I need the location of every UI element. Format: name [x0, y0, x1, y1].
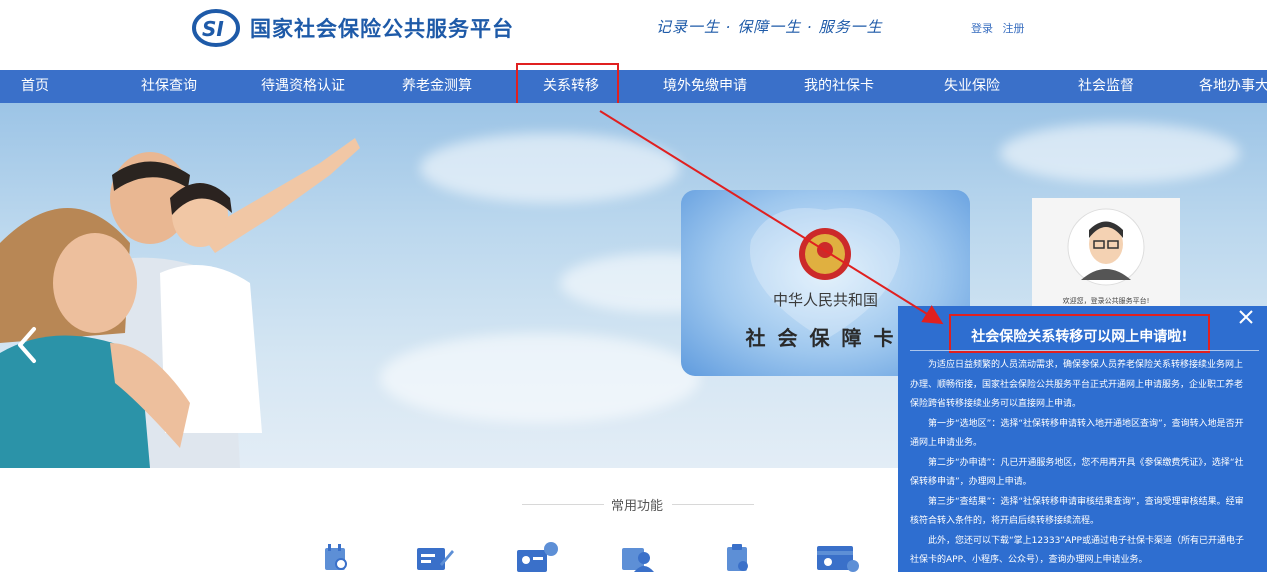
site-title: 国家社会保险公共服务平台 [250, 17, 514, 41]
auth-links: 登录 注册 [971, 20, 1031, 36]
popup-paragraph: 第一步“选地区”：选择“社保转移申请转入地开通地区查询”，查询转入地是否开通网上… [910, 418, 1244, 449]
clipboard-lock-icon[interactable] [724, 542, 754, 572]
page-root: SI 国家社会保险公共服务平台 记录一生 · 保障一生 · 服务一生 登录 注册… [0, 0, 1267, 572]
person-card-icon[interactable] [620, 542, 656, 572]
nav-item-query[interactable]: 社保查询 [141, 70, 197, 103]
transfer-notice-popup: 社会保险关系转移可以网上申请啦! 为适应日益频繁的人员流动需求，确保参保人员养老… [898, 306, 1267, 572]
nav-item-pension-calc[interactable]: 养老金测算 [402, 70, 472, 103]
edit-form-icon[interactable] [414, 542, 454, 572]
divider [522, 504, 604, 505]
svg-text:SI: SI [202, 17, 224, 41]
avatar [1067, 208, 1145, 286]
id-transfer-icon[interactable] [515, 542, 559, 572]
card-settings-icon[interactable] [815, 542, 859, 572]
popup-title: 社会保险关系转移可以网上申请啦! [971, 329, 1188, 345]
nav-item-unemployment[interactable]: 失业保险 [944, 70, 1000, 103]
calendar-search-icon[interactable] [322, 542, 350, 572]
popup-paragraph: 为适应日益频繁的人员流动需求，确保参保人员养老保险关系转移接续业务网上办理、顺畅… [910, 360, 1244, 409]
nav-item-home[interactable]: 首页 [21, 70, 49, 103]
si-logo-icon: SI [192, 9, 240, 47]
cloud-shape [380, 333, 700, 423]
popup-paragraph: 第三步“查结果”：选择“社保转移申请审核结果查询”，查询受理审核结果。经审核符合… [910, 496, 1244, 527]
nav-item-supervision[interactable]: 社会监督 [1078, 70, 1134, 103]
login-welcome-text: 欢迎您，登录公共服务平台! [1062, 297, 1150, 305]
popup-title-highlight-box: 社会保险关系转移可以网上申请啦! [949, 314, 1210, 353]
close-icon[interactable] [1237, 308, 1255, 326]
header: SI 国家社会保险公共服务平台 记录一生 · 保障一生 · 服务一生 登录 注册 [0, 0, 1267, 70]
popup-paragraph: 第二步“办申请”：凡已开通服务地区，您不用再开具《参保缴费凭证》，选择“社保转移… [910, 457, 1244, 488]
nav-item-my-card[interactable]: 我的社保卡 [804, 70, 874, 103]
cloud-shape [420, 133, 680, 203]
popup-body: 为适应日益频繁的人员流动需求，确保参保人员养老保险关系转移接续业务网上办理、顺畅… [910, 356, 1250, 571]
nav-item-overseas[interactable]: 境外免缴申请 [663, 70, 747, 103]
register-link[interactable]: 注册 [1003, 22, 1025, 35]
common-functions-title: 常用功能 [611, 499, 664, 514]
popup-divider [910, 350, 1259, 351]
main-nav: 首页 社保查询 待遇资格认证 养老金测算 关系转移 境外免缴申请 我的社保卡 失… [0, 70, 1267, 103]
family-photo [0, 138, 360, 468]
popup-paragraph: 此外，您还可以下载“掌上12333”APP或通过电子社保卡渠道（所有已开通电子社… [910, 535, 1244, 566]
divider [672, 504, 754, 505]
site-slogan: 记录一生 · 保障一生 · 服务一生 [656, 18, 883, 36]
cloud-shape [1000, 123, 1240, 183]
nav-item-local-services[interactable]: 各地办事大 [1199, 70, 1267, 103]
carousel-prev-icon[interactable] [14, 325, 38, 365]
login-panel: 欢迎您，登录公共服务平台! [1032, 198, 1180, 308]
login-link[interactable]: 登录 [971, 22, 993, 35]
nav-item-qualification[interactable]: 待遇资格认证 [261, 70, 345, 103]
